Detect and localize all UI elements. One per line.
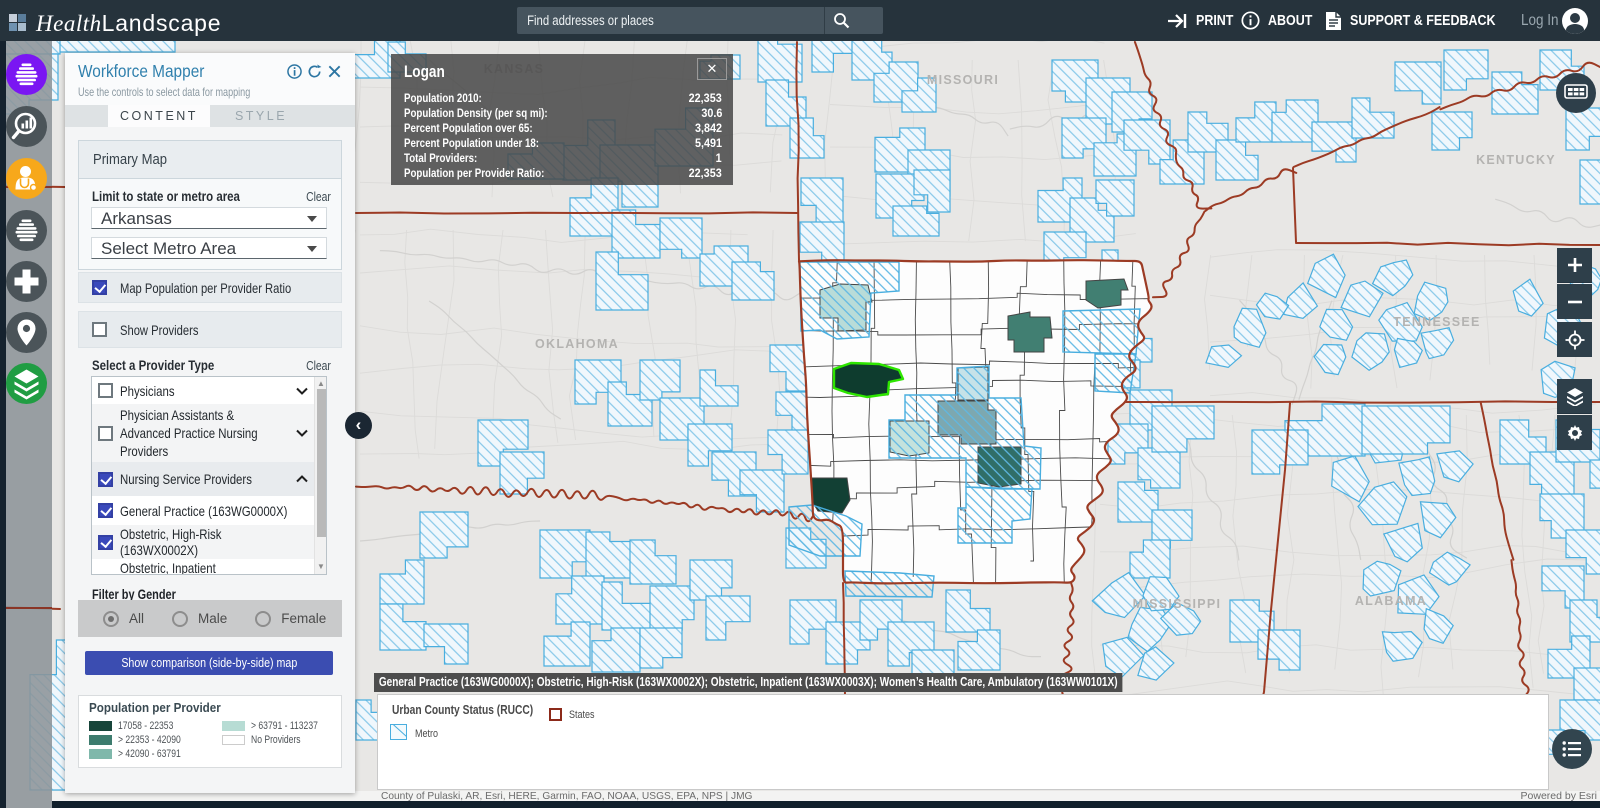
- svg-text:MISSISSIPPI: MISSISSIPPI: [1133, 597, 1222, 611]
- svg-text:OKLAHOMA: OKLAHOMA: [535, 337, 619, 351]
- svg-text:ALABAMA: ALABAMA: [1355, 594, 1427, 608]
- svg-text:KENTUCKY: KENTUCKY: [1476, 153, 1556, 167]
- svg-text:MISSOURI: MISSOURI: [927, 73, 999, 87]
- svg-text:TENNESSEE: TENNESSEE: [1393, 315, 1480, 329]
